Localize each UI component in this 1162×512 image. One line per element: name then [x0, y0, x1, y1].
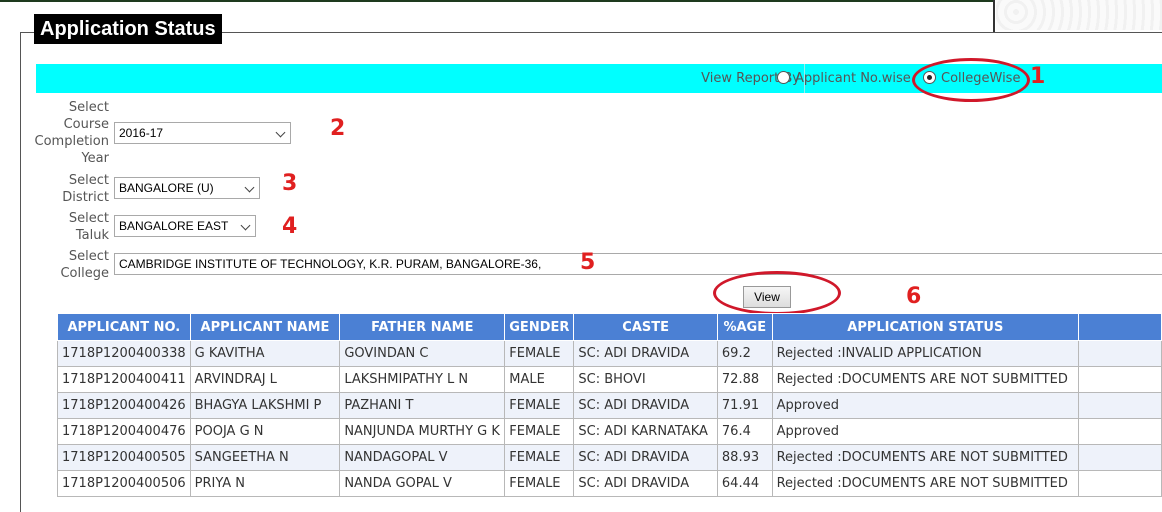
cell-father-name: LAKSHMIPATHY L N	[339, 366, 506, 393]
cell-extra	[1078, 340, 1162, 367]
cell-father-name: NANJUNDA MURTHY G K	[339, 418, 506, 445]
table-header-row: APPLICANT NO. APPLICANT NAME FATHER NAME…	[57, 313, 1162, 341]
cell-applicant-no: 1718P1200400505	[57, 444, 191, 471]
cell-gender: FEMALE	[504, 418, 575, 445]
cell-applicant-name: BHAGYA LAKSHMI P	[189, 392, 341, 419]
view-button[interactable]: View	[743, 286, 791, 308]
cell-application-status: Rejected :DOCUMENTS ARE NOT SUBMITTED	[771, 366, 1080, 393]
cell-caste: SC: ADI KARNATAKA	[573, 418, 718, 445]
cell-gender: FEMALE	[504, 392, 575, 419]
cell-extra	[1078, 470, 1162, 497]
cell-application-status: Rejected :DOCUMENTS ARE NOT SUBMITTED	[771, 470, 1080, 497]
taluk-select[interactable]: BANGALORE EAST	[114, 215, 256, 237]
cell-applicant-name: PRIYA N	[189, 470, 341, 497]
cell-percentage: 64.44	[716, 470, 773, 497]
results-table: APPLICANT NO. APPLICANT NAME FATHER NAME…	[57, 313, 1162, 497]
cell-applicant-name: G KAVITHA	[189, 340, 341, 367]
top-border	[0, 0, 995, 2]
cell-applicant-name: POOJA G N	[189, 418, 341, 445]
decorative-pattern	[996, 0, 1162, 30]
cell-caste: SC: ADI DRAVIDA	[573, 340, 718, 367]
cell-applicant-name: ARVINDRAJ L	[189, 366, 341, 393]
cell-caste: SC: BHOVI	[573, 366, 718, 393]
cell-applicant-no: 1718P1200400411	[57, 366, 191, 393]
district-label: Select District	[62, 173, 109, 205]
cell-applicant-no: 1718P1200400426	[57, 392, 191, 419]
radio-college-wise-label[interactable]: CollegeWise	[941, 64, 1020, 93]
table-row: 1718P1200400338 G KAVITHA GOVINDAN C FEMALE…	[57, 340, 1162, 367]
cell-gender: FEMALE	[504, 470, 575, 497]
col-extra	[1078, 313, 1162, 341]
report-by-bar: View Report By Applicant No.wise College…	[36, 64, 1162, 93]
cell-gender: FEMALE	[504, 444, 575, 471]
chevron-down-icon	[241, 219, 251, 233]
table-row: 1718P1200400505 SANGEETHA N NANDAGOPAL V FE…	[57, 444, 1162, 471]
col-applicant-name: APPLICANT NAME	[189, 313, 341, 341]
annotation-5: 5	[580, 250, 596, 275]
col-caste: CASTE	[573, 313, 718, 341]
cell-caste: SC: ADI DRAVIDA	[573, 444, 718, 471]
cell-applicant-no: 1718P1200400506	[57, 470, 191, 497]
cell-applicant-name: SANGEETHA N	[189, 444, 341, 471]
college-select[interactable]: CAMBRIDGE INSTITUTE OF TECHNOLOGY, K.R. …	[114, 253, 1162, 275]
taluk-select-value: BANGALORE EAST	[119, 219, 229, 233]
cell-percentage: 69.2	[716, 340, 773, 367]
cell-gender: MALE	[504, 366, 575, 393]
col-application-status: APPLICATION STATUS	[771, 313, 1080, 341]
table-row: 1718P1200400426 BHAGYA LAKSHMI P PAZHANI T…	[57, 392, 1162, 419]
chevron-down-icon	[245, 181, 255, 195]
cell-extra	[1078, 444, 1162, 471]
cell-caste: SC: ADI DRAVIDA	[573, 392, 718, 419]
table-row: 1718P1200400411 ARVINDRAJ L LAKSHMIPATHY L…	[57, 366, 1162, 393]
cell-father-name: NANDA GOPAL V	[339, 470, 506, 497]
cell-application-status: Approved	[771, 418, 1080, 445]
col-percentage: %AGE	[716, 313, 773, 341]
cell-percentage: 88.93	[716, 444, 773, 471]
table-row: 1718P1200400476 POOJA G N NANJUNDA MURTHY …	[57, 418, 1162, 445]
college-label: Select College	[60, 249, 109, 281]
radio-applicant-no-wise-label[interactable]: Applicant No.wise	[795, 64, 911, 93]
col-gender: GENDER	[504, 313, 575, 341]
col-applicant-no: APPLICANT NO.	[57, 313, 191, 341]
college-select-value: CAMBRIDGE INSTITUTE OF TECHNOLOGY, K.R. …	[119, 257, 542, 271]
page-title: Application Status	[34, 14, 222, 44]
district-select-value: BANGALORE (U)	[119, 181, 214, 195]
chevron-down-icon	[276, 126, 286, 140]
year-label: Select Course Completion Year	[34, 100, 109, 166]
table-row: 1718P1200400506 PRIYA N NANDA GOPAL V FEMAL…	[57, 470, 1162, 497]
cell-gender: FEMALE	[504, 340, 575, 367]
col-father-name: FATHER NAME	[339, 313, 506, 341]
cell-application-status: Approved	[771, 392, 1080, 419]
annotation-1: 1	[1030, 64, 1046, 89]
cell-father-name: NANDAGOPAL V	[339, 444, 506, 471]
annotation-6: 6	[906, 284, 922, 309]
radio-applicant-no-wise[interactable]	[777, 71, 790, 84]
cell-father-name: PAZHANI T	[339, 392, 506, 419]
cell-application-status: Rejected :INVALID APPLICATION	[771, 340, 1080, 367]
cell-applicant-no: 1718P1200400338	[57, 340, 191, 367]
cell-extra	[1078, 392, 1162, 419]
district-select[interactable]: BANGALORE (U)	[114, 177, 260, 199]
cell-applicant-no: 1718P1200400476	[57, 418, 191, 445]
cell-extra	[1078, 418, 1162, 445]
cell-percentage: 76.4	[716, 418, 773, 445]
taluk-label: Select Taluk	[68, 211, 109, 243]
annotation-3: 3	[282, 171, 298, 196]
cell-caste: SC: ADI DRAVIDA	[573, 470, 718, 497]
annotation-2: 2	[330, 116, 346, 141]
right-divider	[993, 0, 995, 32]
cell-percentage: 72.88	[716, 366, 773, 393]
annotation-4: 4	[282, 214, 298, 239]
cell-application-status: Rejected :DOCUMENTS ARE NOT SUBMITTED	[771, 444, 1080, 471]
radio-college-wise[interactable]	[923, 71, 936, 84]
cell-father-name: GOVINDAN C	[339, 340, 506, 367]
cell-percentage: 71.91	[716, 392, 773, 419]
cell-extra	[1078, 366, 1162, 393]
year-select-value: 2016-17	[119, 126, 164, 140]
year-select[interactable]: 2016-17	[114, 122, 291, 144]
